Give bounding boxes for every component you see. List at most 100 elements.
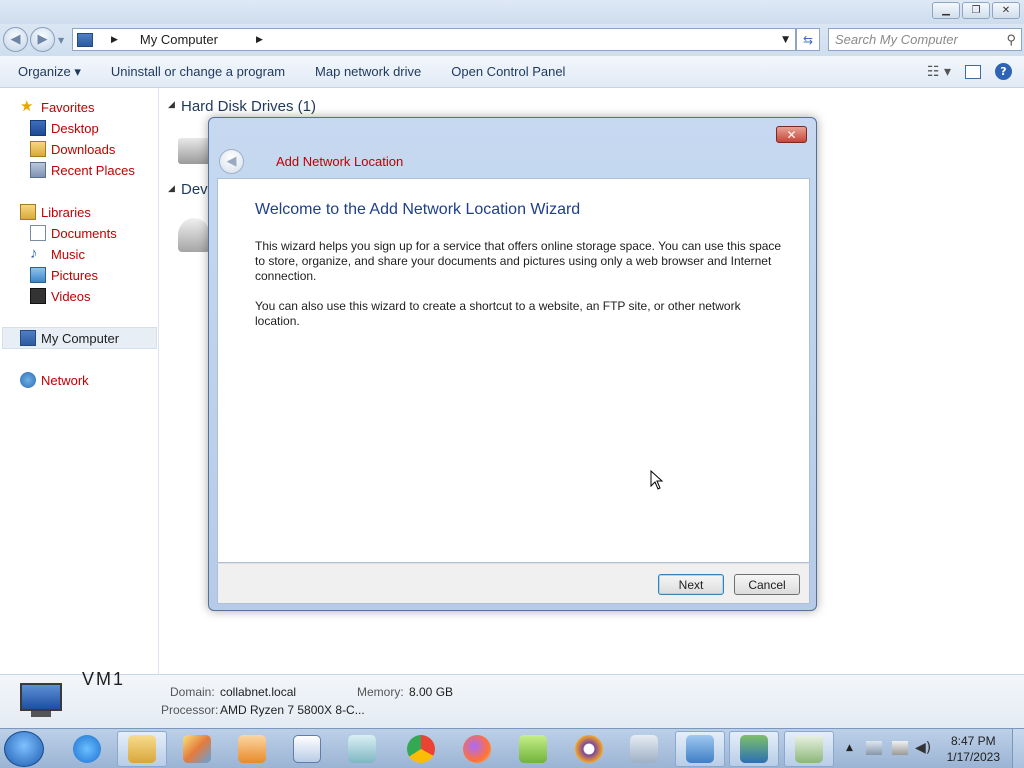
help-icon[interactable]: ? (995, 63, 1012, 80)
taskbar-media-player[interactable] (227, 731, 277, 767)
nav-item-recent-places[interactable]: Recent Places (30, 160, 135, 180)
window-titlebar: ▁ ❐ ✕ (0, 0, 1024, 24)
search-icon[interactable]: ⚲ (1006, 32, 1016, 48)
restore-button[interactable]: ❐ (962, 2, 990, 19)
dialog-body: Welcome to the Add Network Location Wiza… (217, 178, 810, 563)
taskbar-paint[interactable] (172, 731, 222, 767)
nav-item-desktop[interactable]: Desktop (30, 118, 99, 138)
documents-icon (30, 225, 46, 241)
map-network-drive-button[interactable]: Map network drive (300, 64, 436, 79)
next-button[interactable]: Next (658, 574, 724, 595)
minimize-button[interactable]: ▁ (932, 2, 960, 19)
search-input[interactable]: Search My Computer ⚲ (828, 28, 1022, 51)
clock-date: 1/17/2023 (946, 750, 1000, 764)
cancel-button[interactable]: Cancel (734, 574, 800, 595)
address-bar[interactable]: ▶ My Computer ▶ ▼ (72, 28, 796, 51)
nav-item-videos[interactable]: Videos (30, 286, 91, 306)
window-controls: ▁ ❐ ✕ (932, 2, 1020, 19)
memory-value: 8.00 GB (409, 685, 454, 699)
nav-label: Network (41, 372, 89, 388)
wordpad-icon (293, 735, 321, 763)
task-manager-icon (795, 735, 823, 763)
action-center-icon[interactable] (892, 741, 908, 755)
memory-label: Memory: (357, 685, 404, 699)
processor-label: Processor: (161, 703, 219, 717)
network-tray-icon[interactable] (866, 741, 882, 755)
nav-item-music[interactable]: ♪ Music (30, 244, 85, 264)
refresh-button[interactable]: ⇆ (796, 28, 820, 51)
organize-button[interactable]: Organize ▾ (0, 64, 96, 80)
clock-time: 8:47 PM (950, 734, 996, 748)
start-button[interactable] (4, 731, 44, 767)
star-icon: ★ (20, 98, 34, 115)
dialog-title: Add Network Location (276, 154, 404, 169)
dialog-close-button[interactable]: ✕ (776, 126, 807, 143)
taskbar-tor-browser[interactable] (564, 731, 614, 767)
wizard-back-button[interactable]: ◀ (219, 149, 244, 174)
change-view-icon[interactable]: ☷ ▾ (927, 64, 951, 80)
breadcrumb-arrow-icon[interactable]: ▶ (111, 35, 118, 45)
nav-item-documents[interactable]: Documents (30, 223, 117, 243)
taskbar-wordpad[interactable] (282, 731, 332, 767)
notepad-plus-plus-icon (519, 735, 547, 763)
recent-pages-chevron-icon[interactable]: ▼ (58, 36, 64, 45)
open-control-panel-button[interactable]: Open Control Panel (436, 64, 580, 79)
computer-icon (77, 32, 93, 47)
show-hidden-icons-icon[interactable]: ▲ (846, 743, 853, 753)
notepad-icon (348, 735, 376, 763)
volume-icon[interactable]: ◀) (915, 740, 931, 756)
taskbar-firefox[interactable] (452, 731, 502, 767)
breadcrumb-path[interactable]: My Computer (140, 32, 218, 47)
hard-disk-icon[interactable] (178, 138, 210, 164)
taskbar-remote-desktop[interactable] (729, 731, 779, 767)
address-dropdown-icon[interactable]: ▼ (782, 35, 789, 45)
forward-button[interactable]: ▶ (30, 27, 55, 52)
optical-drive-icon[interactable] (178, 218, 210, 252)
nav-item-libraries[interactable]: Libraries (20, 202, 91, 222)
domain-value: collabnet.local (220, 685, 297, 699)
collapse-arrow-icon[interactable]: ◢ (168, 100, 175, 110)
wizard-description-secondary: You can also use this wizard to create a… (255, 299, 741, 328)
nav-label: Pictures (51, 267, 98, 283)
computer-name: VM1 (82, 669, 126, 689)
taskbar-task-manager[interactable] (784, 731, 834, 767)
internet-explorer-icon (73, 735, 101, 763)
nav-item-pictures[interactable]: Pictures (30, 265, 98, 285)
pictures-icon (30, 267, 46, 283)
nav-item-downloads[interactable]: Downloads (30, 139, 115, 159)
music-icon: ♪ (30, 245, 38, 262)
add-network-location-dialog: ✕ ◀ Add Network Location Welcome to the … (208, 117, 817, 611)
collapse-arrow-icon[interactable]: ◢ (168, 184, 175, 194)
mouse-cursor-icon (650, 470, 664, 490)
nav-item-favorites[interactable]: ★ Favorites (20, 97, 94, 117)
nav-item-my-computer[interactable]: My Computer (20, 328, 119, 348)
group-header-devices[interactable]: Dev (181, 181, 208, 198)
show-desktop-button[interactable] (1012, 729, 1024, 768)
folder-icon (128, 735, 156, 763)
downloads-folder-icon (30, 141, 46, 157)
taskbar-notepad[interactable] (337, 731, 387, 767)
nav-item-network[interactable]: Network (20, 370, 89, 390)
taskbar-chrome[interactable] (396, 731, 446, 767)
back-button[interactable]: ◀ (3, 27, 28, 52)
remote-desktop-icon (740, 735, 768, 763)
media-player-icon (238, 735, 266, 763)
desktop-icon (30, 120, 46, 136)
taskbar-clock[interactable]: 8:47 PM 1/17/2023 (947, 733, 1000, 765)
taskbar-internet-explorer[interactable] (62, 731, 112, 767)
details-pane: VM1 Domain: collabnet.local Memory: 8.00… (0, 669, 1024, 728)
uninstall-program-button[interactable]: Uninstall or change a program (96, 64, 300, 79)
taskbar-control-panel[interactable] (675, 731, 725, 767)
libraries-icon (20, 204, 36, 220)
control-panel-icon (686, 735, 714, 763)
taskbar-notepad-plus-plus[interactable] (508, 731, 558, 767)
taskbar-calculator[interactable] (619, 731, 669, 767)
taskbar-file-explorer[interactable] (117, 731, 167, 767)
address-row: ◀ ▶ ▼ ▶ My Computer ▶ ▼ ⇆ Search My Comp… (0, 24, 1024, 56)
close-window-button[interactable]: ✕ (992, 2, 1020, 19)
breadcrumb-arrow-icon[interactable]: ▶ (256, 35, 263, 45)
preview-pane-icon[interactable] (965, 64, 981, 79)
processor-value: AMD Ryzen 7 5800X 8-C... (220, 703, 365, 717)
group-header-hard-disk[interactable]: Hard Disk Drives (1) (181, 98, 316, 115)
nav-label: My Computer (41, 330, 120, 346)
